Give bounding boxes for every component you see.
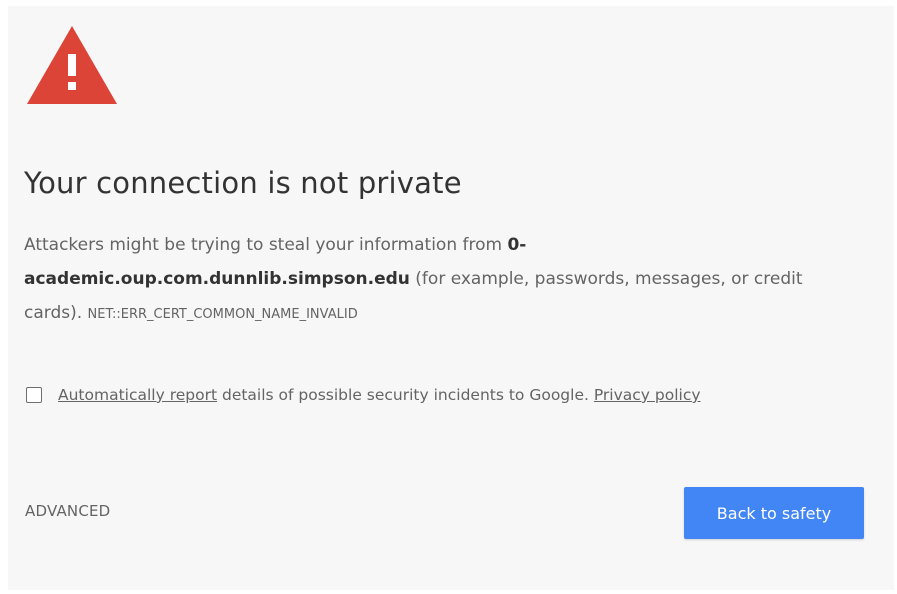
page-title: Your connection is not private bbox=[24, 166, 462, 200]
report-checkbox[interactable] bbox=[26, 387, 42, 403]
error-message: Attackers might be trying to steal your … bbox=[24, 228, 864, 332]
interstitial-page: Your connection is not private Attackers… bbox=[8, 6, 894, 590]
error-code: NET::ERR_CERT_COMMON_NAME_INVALID bbox=[87, 307, 358, 322]
back-to-safety-button[interactable]: Back to safety bbox=[684, 487, 864, 539]
report-description: details of possible security incidents t… bbox=[217, 386, 594, 404]
warning-triangle-icon bbox=[27, 26, 117, 104]
automatic-report-link[interactable]: Automatically report bbox=[58, 386, 217, 404]
message-prefix: Attackers might be trying to steal your … bbox=[24, 235, 508, 255]
report-option: Automatically report details of possible… bbox=[26, 386, 701, 404]
advanced-button[interactable]: ADVANCED bbox=[25, 502, 110, 520]
privacy-policy-link[interactable]: Privacy policy bbox=[594, 386, 701, 404]
